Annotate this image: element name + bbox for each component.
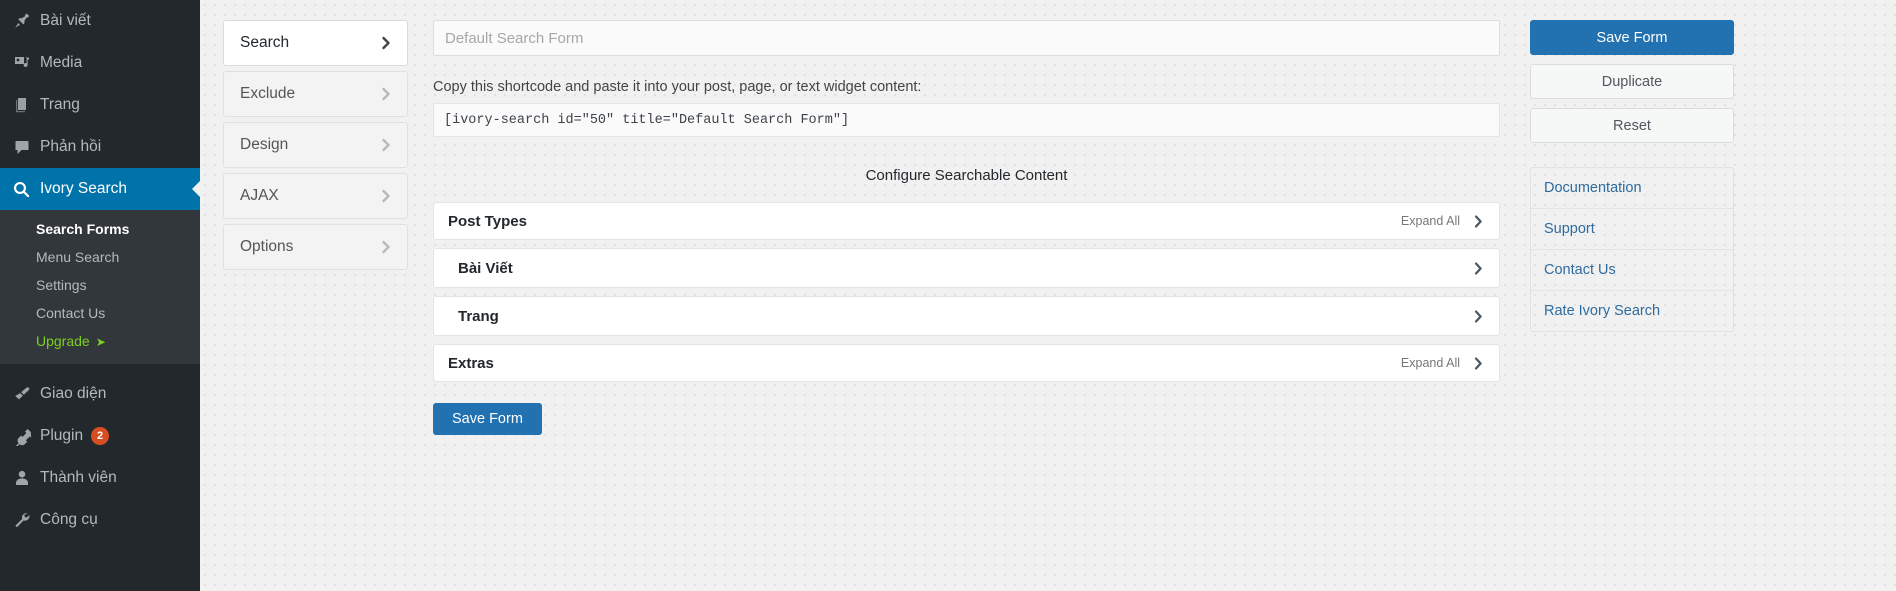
chevron-right-icon — [1472, 356, 1485, 371]
shortcode-text: [ivory-search id="50" title="Default Sea… — [444, 112, 850, 128]
admin-sidebar: Bài viết Media Trang Phản hồi Ivory Sear… — [0, 0, 200, 591]
chevron-right-icon — [379, 35, 393, 51]
duplicate-button[interactable]: Duplicate — [1530, 64, 1734, 99]
tab-label: Exclude — [240, 85, 296, 102]
sidebar-item-label: Phản hồi — [40, 138, 102, 155]
sidebar-item-label: Media — [40, 54, 83, 71]
link-documentation[interactable]: Documentation — [1531, 168, 1733, 209]
accordion-title: Extras — [448, 354, 494, 372]
sidebar-item-appearance[interactable]: Giao diện — [0, 373, 200, 415]
accordion-title: Post Types — [448, 212, 527, 230]
chevron-right-icon — [379, 137, 393, 153]
sidebar-item-label: Ivory Search — [40, 180, 128, 197]
reset-button[interactable]: Reset — [1530, 108, 1734, 143]
submenu-item-label: Menu Search — [36, 249, 120, 265]
main-content: Search Exclude Design AJAX Options Defau… — [200, 0, 1896, 591]
pages-icon — [12, 95, 40, 115]
chevron-right-icon — [1472, 214, 1485, 229]
chevron-right-icon — [379, 86, 393, 102]
accordion-row-post-types[interactable]: Post Types Expand All — [433, 202, 1500, 240]
search-icon — [12, 180, 40, 199]
users-icon — [12, 468, 40, 488]
tab-label: Search — [240, 34, 290, 51]
tab-search[interactable]: Search — [223, 20, 408, 66]
chevron-right-icon — [1472, 261, 1485, 276]
shortcode-description: Copy this shortcode and paste it into yo… — [433, 79, 922, 95]
submenu-item-label: Upgrade — [36, 333, 90, 349]
arrow-right-icon: ➤ — [95, 335, 106, 349]
tab-label: Options — [240, 238, 294, 255]
settings-tab-list: Search Exclude Design AJAX Options — [200, 20, 408, 591]
menu-separator — [0, 364, 200, 373]
accordion-title: Bài Viết — [458, 259, 513, 277]
expand-all-link[interactable]: Expand All — [1401, 356, 1460, 370]
submenu-item-label: Search Forms — [36, 221, 130, 237]
sidebar-item-posts[interactable]: Bài viết — [0, 0, 200, 42]
sidebar-item-users[interactable]: Thành viên — [0, 457, 200, 499]
submenu-item-settings[interactable]: Settings — [0, 271, 200, 299]
shortcode-box[interactable]: [ivory-search id="50" title="Default Sea… — [433, 103, 1500, 137]
sidebar-item-label: Plugin — [40, 427, 84, 444]
accordion-title: Trang — [458, 307, 499, 325]
sidebar-item-media[interactable]: Media — [0, 42, 200, 84]
appearance-icon — [12, 384, 40, 404]
configure-searchable-content-heading: Configure Searchable Content — [865, 167, 1068, 184]
comment-icon — [12, 137, 40, 157]
tab-label: AJAX — [240, 187, 279, 204]
tab-design[interactable]: Design — [223, 122, 408, 168]
save-form-button[interactable]: Save Form — [1530, 20, 1734, 55]
pin-icon — [12, 11, 40, 31]
form-editor-panel: Copy this shortcode and paste it into yo… — [408, 20, 1518, 591]
sidebar-item-comments[interactable]: Phản hồi — [0, 126, 200, 168]
save-form-button-bottom[interactable]: Save Form — [433, 403, 542, 435]
submenu-item-menu-search[interactable]: Menu Search — [0, 243, 200, 271]
plugin-icon — [12, 426, 40, 446]
submenu-item-upgrade[interactable]: Upgrade ➤ — [0, 327, 200, 355]
accordion-row-extras[interactable]: Extras Expand All — [433, 344, 1500, 382]
chevron-right-icon — [379, 188, 393, 204]
sidebar-item-label: Thành viên — [40, 469, 117, 486]
tab-ajax[interactable]: AJAX — [223, 173, 408, 219]
accordion-row-trang[interactable]: Trang — [433, 296, 1500, 336]
tab-label: Design — [240, 136, 289, 153]
submenu-item-label: Contact Us — [36, 305, 106, 321]
sidebar-item-ivory-search[interactable]: Ivory Search — [0, 168, 200, 210]
plugin-update-badge: 2 — [91, 427, 110, 445]
sidebar-item-pages[interactable]: Trang — [0, 84, 200, 126]
submenu-item-label: Settings — [36, 277, 87, 293]
tools-icon — [12, 510, 40, 530]
sidebar-item-label: Bài viết — [40, 12, 91, 29]
sidebar-item-plugins[interactable]: Plugin 2 — [0, 415, 200, 457]
submenu-item-search-forms[interactable]: Search Forms — [0, 215, 200, 243]
help-links-box: Documentation Support Contact Us Rate Iv… — [1530, 167, 1734, 332]
actions-sidebar: Save Form Duplicate Reset Documentation … — [1518, 20, 1756, 591]
ivory-search-submenu: Search Forms Menu Search Settings Contac… — [0, 210, 200, 364]
tab-options[interactable]: Options — [223, 224, 408, 270]
accordion-row-bai-viet[interactable]: Bài Viết — [433, 248, 1500, 288]
media-icon — [12, 53, 40, 73]
tab-exclude[interactable]: Exclude — [223, 71, 408, 117]
expand-all-link[interactable]: Expand All — [1401, 214, 1460, 228]
link-support[interactable]: Support — [1531, 209, 1733, 250]
submenu-item-contact-us[interactable]: Contact Us — [0, 299, 200, 327]
link-contact-us[interactable]: Contact Us — [1531, 250, 1733, 291]
sidebar-item-label: Trang — [40, 96, 80, 113]
chevron-right-icon — [379, 239, 393, 255]
chevron-right-icon — [1472, 309, 1485, 324]
link-rate-ivory-search[interactable]: Rate Ivory Search — [1531, 291, 1733, 331]
sidebar-item-label: Giao diện — [40, 385, 107, 402]
sidebar-item-tools[interactable]: Công cụ — [0, 499, 200, 541]
sidebar-item-label: Công cụ — [40, 511, 98, 528]
form-title-input[interactable] — [433, 20, 1500, 56]
